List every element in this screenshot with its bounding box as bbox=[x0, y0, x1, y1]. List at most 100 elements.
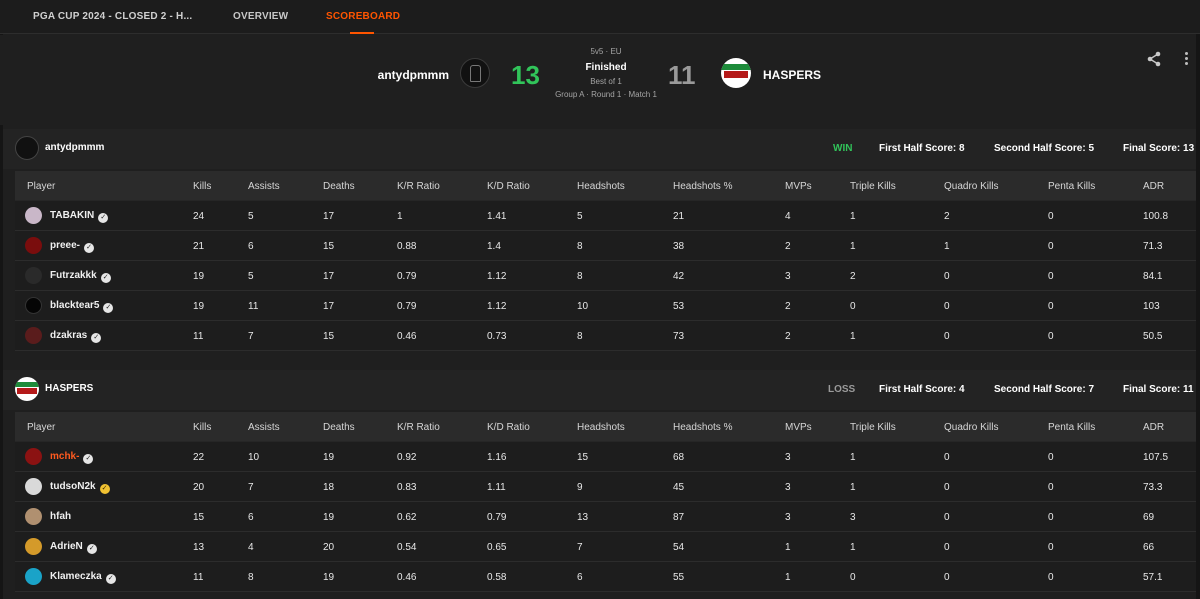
player-name[interactable]: hfah bbox=[50, 511, 71, 522]
stat-quadro-kills: 0 bbox=[944, 452, 950, 463]
table-row[interactable]: blacktear5 ✓ 19 11 17 0.79 1.12 10 53 2 0 0 0 103 bbox=[15, 291, 1196, 321]
col-headshots-pct[interactable]: Headshots % bbox=[673, 422, 732, 433]
player-name-text[interactable]: mchk- bbox=[50, 451, 79, 462]
col-mvps[interactable]: MVPs bbox=[785, 422, 812, 433]
player-avatar[interactable] bbox=[25, 508, 42, 525]
col-adr[interactable]: ADR bbox=[1143, 422, 1164, 433]
player-name[interactable]: mchk- ✓ bbox=[50, 451, 94, 464]
player-name[interactable]: TABAKIN ✓ bbox=[50, 210, 109, 223]
col-deaths[interactable]: Deaths bbox=[323, 181, 355, 192]
stat-assists: 10 bbox=[248, 452, 260, 463]
stat-kr-ratio: 0.46 bbox=[397, 331, 417, 342]
player-avatar[interactable] bbox=[25, 267, 42, 284]
player-avatar[interactable] bbox=[25, 448, 42, 465]
team2-name[interactable]: HASPERS bbox=[763, 68, 821, 82]
tab-tournament[interactable]: PGA CUP 2024 - CLOSED 2 - H... bbox=[33, 11, 192, 22]
player-avatar[interactable] bbox=[25, 478, 42, 495]
stat-kd-ratio: 0.73 bbox=[487, 331, 507, 342]
player-name[interactable]: dzakras ✓ bbox=[50, 330, 102, 343]
col-headshots[interactable]: Headshots bbox=[577, 422, 625, 433]
col-assists[interactable]: Assists bbox=[248, 422, 280, 433]
player-avatar[interactable] bbox=[25, 297, 42, 314]
table-row[interactable]: dzakras ✓ 11 7 15 0.46 0.73 8 73 2 1 0 0 50.5 bbox=[15, 321, 1196, 351]
player-avatar[interactable] bbox=[25, 538, 42, 555]
player-name[interactable]: tudsoN2k ✓ bbox=[50, 481, 110, 494]
player-avatar[interactable] bbox=[25, 207, 42, 224]
col-penta-kills[interactable]: Penta Kills bbox=[1048, 422, 1095, 433]
col-mvps[interactable]: MVPs bbox=[785, 181, 812, 192]
tab-overview[interactable]: OVERVIEW bbox=[233, 11, 288, 22]
stat-headshots-pct: 38 bbox=[673, 241, 685, 252]
player-name-text[interactable]: tudsoN2k bbox=[50, 481, 96, 492]
stat-triple-kills: 0 bbox=[850, 301, 856, 312]
col-triple-kills[interactable]: Triple Kills bbox=[850, 422, 896, 433]
col-quadro-kills[interactable]: Quadro Kills bbox=[944, 422, 998, 433]
stat-kills: 13 bbox=[193, 542, 205, 553]
col-headshots[interactable]: Headshots bbox=[577, 181, 625, 192]
player-name[interactable]: Futrzakkk ✓ bbox=[50, 270, 111, 283]
col-headshots-pct[interactable]: Headshots % bbox=[673, 181, 732, 192]
table-row[interactable]: Futrzakkk ✓ 19 5 17 0.79 1.12 8 42 3 2 0 0 84.1 bbox=[15, 261, 1196, 291]
col-kr-ratio[interactable]: K/R Ratio bbox=[397, 181, 440, 192]
stat-adr: 84.1 bbox=[1143, 271, 1163, 282]
stat-penta-kills: 0 bbox=[1048, 542, 1054, 553]
player-avatar[interactable] bbox=[25, 237, 42, 254]
share-icon[interactable] bbox=[1146, 51, 1162, 67]
team1-logo[interactable] bbox=[460, 58, 490, 88]
table-row[interactable]: mchk- ✓ 22 10 19 0.92 1.16 15 68 3 1 0 0 107.5 bbox=[15, 442, 1196, 472]
team1-name[interactable]: antydpmmm bbox=[378, 68, 449, 82]
player-name-text[interactable]: TABAKIN bbox=[50, 210, 94, 221]
stat-quadro-kills: 0 bbox=[944, 271, 950, 282]
match-round-info: Group A · Round 1 · Match 1 bbox=[555, 90, 657, 99]
player-name-text[interactable]: Klameczka bbox=[50, 571, 102, 582]
verified-check-icon: ✓ bbox=[83, 454, 94, 464]
stat-headshots-pct: 54 bbox=[673, 542, 685, 553]
stat-penta-kills: 0 bbox=[1048, 512, 1054, 523]
col-player[interactable]: Player bbox=[27, 422, 55, 433]
stat-kr-ratio: 0.88 bbox=[397, 241, 417, 252]
col-player[interactable]: Player bbox=[27, 181, 55, 192]
team1-final: Final Score: 13 bbox=[1123, 143, 1195, 154]
table-row[interactable]: preee- ✓ 21 6 15 0.88 1.4 8 38 2 1 1 0 71.3 bbox=[15, 231, 1196, 261]
team1-second-half: Second Half Score: 5 bbox=[994, 143, 1095, 154]
col-kills[interactable]: Kills bbox=[193, 181, 211, 192]
team1-bar-name[interactable]: antydpmmm bbox=[45, 142, 104, 153]
more-vertical-icon[interactable] bbox=[1184, 52, 1190, 68]
table-row[interactable]: hfah 15 6 19 0.62 0.79 13 87 3 3 0 0 69 bbox=[15, 502, 1196, 532]
table-row[interactable]: TABAKIN ✓ 24 5 17 1 1.41 5 21 4 1 2 0 100.8 bbox=[15, 201, 1196, 231]
player-name-text[interactable]: Futrzakkk bbox=[50, 270, 97, 281]
player-name-text[interactable]: AdrieN bbox=[50, 541, 83, 552]
player-name[interactable]: Klameczka ✓ bbox=[50, 571, 116, 584]
stat-kd-ratio: 1.12 bbox=[487, 271, 507, 282]
player-name[interactable]: preee- ✓ bbox=[50, 240, 95, 253]
col-triple-kills[interactable]: Triple Kills bbox=[850, 181, 896, 192]
player-avatar[interactable] bbox=[25, 327, 42, 344]
col-adr[interactable]: ADR bbox=[1143, 181, 1164, 192]
verified-check-icon: ✓ bbox=[99, 484, 110, 494]
team2-logo[interactable] bbox=[721, 58, 751, 88]
tab-scoreboard[interactable]: SCOREBOARD bbox=[326, 11, 400, 22]
player-name-text[interactable]: dzakras bbox=[50, 330, 87, 341]
col-kr-ratio[interactable]: K/R Ratio bbox=[397, 422, 440, 433]
right-scrollbar[interactable] bbox=[1196, 34, 1200, 599]
col-kills[interactable]: Kills bbox=[193, 422, 211, 433]
table-row[interactable]: Klameczka ✓ 11 8 19 0.46 0.58 6 55 1 0 0 0 57.1 bbox=[15, 562, 1196, 592]
col-deaths[interactable]: Deaths bbox=[323, 422, 355, 433]
player-name[interactable]: blacktear5 ✓ bbox=[50, 300, 114, 313]
col-quadro-kills[interactable]: Quadro Kills bbox=[944, 181, 998, 192]
player-name[interactable]: AdrieN ✓ bbox=[50, 541, 97, 554]
col-assists[interactable]: Assists bbox=[248, 181, 280, 192]
player-avatar[interactable] bbox=[25, 568, 42, 585]
col-kd-ratio[interactable]: K/D Ratio bbox=[487, 181, 530, 192]
stat-assists: 5 bbox=[248, 271, 254, 282]
player-name-text[interactable]: blacktear5 bbox=[50, 300, 99, 311]
player-name-text[interactable]: hfah bbox=[50, 511, 71, 522]
table-row[interactable]: tudsoN2k ✓ 20 7 18 0.83 1.11 9 45 3 1 0 0 73.3 bbox=[15, 472, 1196, 502]
team1-score: 13 bbox=[511, 60, 540, 90]
stat-triple-kills: 1 bbox=[850, 241, 856, 252]
table-row[interactable]: AdrieN ✓ 13 4 20 0.54 0.65 7 54 1 1 0 0 66 bbox=[15, 532, 1196, 562]
team2-bar-name[interactable]: HASPERS bbox=[45, 383, 93, 394]
player-name-text[interactable]: preee- bbox=[50, 240, 80, 251]
col-penta-kills[interactable]: Penta Kills bbox=[1048, 181, 1095, 192]
col-kd-ratio[interactable]: K/D Ratio bbox=[487, 422, 530, 433]
